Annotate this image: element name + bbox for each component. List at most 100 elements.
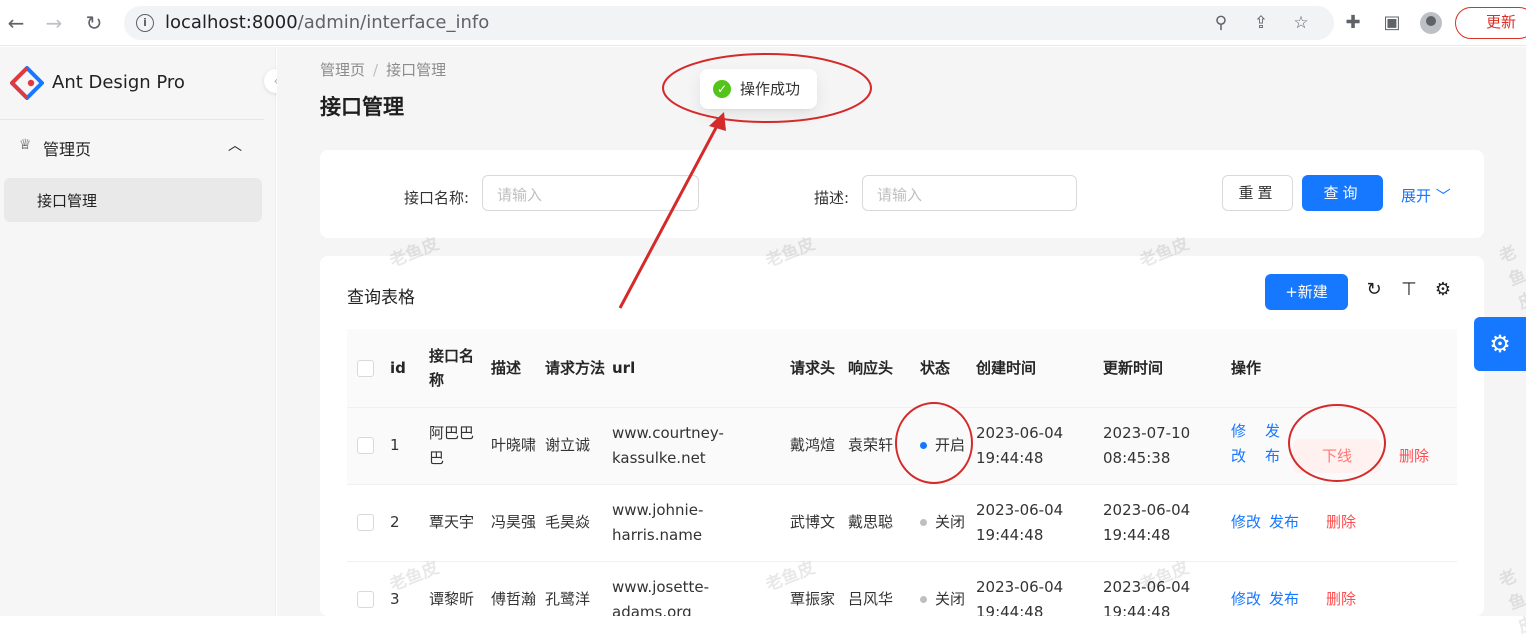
site-info-icon[interactable]: i xyxy=(136,14,154,32)
cell-response-header: 戴思聪 xyxy=(842,484,914,562)
density-icon[interactable]: ⊤ xyxy=(1397,278,1421,302)
zoom-icon[interactable]: ⚲ xyxy=(1210,12,1232,34)
breadcrumb-link[interactable]: 管理页 xyxy=(320,61,365,79)
cell-updated: 2023-06-04 19:44:48 xyxy=(1097,484,1225,562)
edit-link[interactable]: 修改 xyxy=(1231,419,1249,469)
cell-created: 2023-06-04 19:44:48 xyxy=(970,561,1097,616)
search-form: 接口名称: 请输入 描述: 请输入 重置 查询 展开 ﹀ xyxy=(320,150,1484,238)
select-all-checkbox[interactable] xyxy=(357,359,374,377)
cell-name: 阿巴巴巴 xyxy=(423,407,485,485)
status-text: 关闭 xyxy=(935,513,966,531)
edit-link[interactable]: 修改 xyxy=(1231,510,1261,535)
cell-desc: 叶晓啸 xyxy=(485,407,539,485)
browser-toolbar: ← → ↻ i localhost:8000/admin/interface_i… xyxy=(0,0,1526,46)
url-host: localhost:8000 xyxy=(165,12,298,33)
table-title: 查询表格 xyxy=(347,288,415,308)
col-url: url xyxy=(606,329,784,408)
edit-link[interactable]: 修改 xyxy=(1231,587,1261,612)
cell-desc: 冯昊强 xyxy=(485,484,539,562)
col-request-header: 请求头 xyxy=(784,329,842,408)
cell-status: 关闭 xyxy=(914,484,970,562)
sidebar-divider xyxy=(0,119,264,120)
extensions-icon[interactable]: ✚ xyxy=(1341,11,1365,35)
delete-link[interactable]: 删除 xyxy=(1326,590,1356,608)
publish-link[interactable]: 发布 xyxy=(1269,510,1299,535)
cell-response-header: 袁荣轩 xyxy=(842,407,914,485)
col-desc: 描述 xyxy=(485,329,539,408)
breadcrumb: 管理页 / 接口管理 xyxy=(320,59,446,80)
bookmark-star-icon[interactable]: ☆ xyxy=(1290,12,1312,34)
reload-icon[interactable]: ↻ xyxy=(82,11,106,35)
brand-title: Ant Design Pro xyxy=(52,72,185,93)
cell-created: 2023-06-04 19:44:48 xyxy=(970,484,1097,562)
sidebar-item-label: 接口管理 xyxy=(37,192,98,210)
cell-request-header: 戴鸿煊 xyxy=(784,407,842,485)
row-select-cell xyxy=(347,484,384,562)
table-card: 查询表格 +新建 ↻ ⊤ ⚙ id 接口名称 描述 请求方法 url 请求头 响… xyxy=(320,256,1484,616)
name-field-label: 接口名称: xyxy=(404,189,470,207)
interface-table: id 接口名称 描述 请求方法 url 请求头 响应头 状态 创建时间 更新时间… xyxy=(347,329,1457,616)
select-all-cell xyxy=(347,329,384,408)
desc-field-label: 描述: xyxy=(814,189,850,207)
delete-link[interactable]: 删除 xyxy=(1326,513,1356,531)
col-created: 创建时间 xyxy=(970,329,1097,408)
publish-link[interactable]: 发布 xyxy=(1265,419,1283,469)
settings-icon[interactable]: ⚙ xyxy=(1431,278,1455,302)
cell-name: 覃天宇 xyxy=(423,484,485,562)
address-bar[interactable]: i localhost:8000/admin/interface_info ⚲ … xyxy=(124,6,1334,40)
offline-button[interactable]: 下线 xyxy=(1293,438,1381,473)
publish-link[interactable]: 发布 xyxy=(1269,587,1299,612)
menu-group-label: 管理页 xyxy=(43,140,92,159)
row-checkbox[interactable] xyxy=(357,591,374,608)
update-button[interactable]: 更新 xyxy=(1455,7,1526,39)
query-button[interactable]: 查询 xyxy=(1302,175,1383,211)
cell-url: www.josette-adams.org xyxy=(606,561,784,616)
status-dot xyxy=(920,519,927,526)
success-toast: ✓ 操作成功 xyxy=(700,69,817,109)
desc-search-input[interactable]: 请输入 xyxy=(862,175,1077,211)
chevron-up-icon: ︿ xyxy=(228,138,242,154)
check-circle-icon: ✓ xyxy=(713,80,731,98)
cell-request-header: 武博文 xyxy=(784,484,842,562)
setting-drawer-gear-icon[interactable]: ⚙ xyxy=(1474,317,1526,371)
delete-link[interactable]: 删除 xyxy=(1399,447,1429,465)
profile-avatar[interactable] xyxy=(1420,12,1442,34)
status-text: 开启 xyxy=(935,436,966,454)
table-row: 1 阿巴巴巴 叶晓啸 谢立诚 www.courtney-kassulke.net… xyxy=(347,407,1457,485)
col-status: 状态 xyxy=(914,329,970,408)
side-panel-icon[interactable]: ▣ xyxy=(1380,11,1404,35)
cell-method: 谢立诚 xyxy=(539,407,606,485)
name-search-input[interactable]: 请输入 xyxy=(482,175,699,211)
row-checkbox[interactable] xyxy=(357,514,374,531)
col-response-header: 响应头 xyxy=(842,329,914,408)
back-icon[interactable]: ← xyxy=(4,11,28,35)
cell-status: 关闭 xyxy=(914,561,970,616)
cell-id: 2 xyxy=(384,484,423,562)
new-button[interactable]: +新建 xyxy=(1265,274,1348,310)
reload-icon[interactable]: ↻ xyxy=(1362,278,1386,302)
status-dot xyxy=(920,442,927,449)
col-name: 接口名称 xyxy=(423,329,485,408)
table-row: 3 谭黎昕 傅哲瀚 孔鹭洋 www.josette-adams.org 覃振家 … xyxy=(347,561,1457,616)
menu-group-admin[interactable]: ♕ 管理页 ︿ xyxy=(0,127,264,167)
cell-url: www.courtney-kassulke.net xyxy=(606,407,784,485)
url-text[interactable]: localhost:8000/admin/interface_info xyxy=(165,11,489,35)
breadcrumb-current: 接口管理 xyxy=(386,61,447,79)
row-select-cell xyxy=(347,561,384,616)
sidebar-item-interface-manage[interactable]: 接口管理 xyxy=(4,178,262,222)
chevron-down-icon: ﹀ xyxy=(1435,187,1451,205)
table-header-row: id 接口名称 描述 请求方法 url 请求头 响应头 状态 创建时间 更新时间… xyxy=(347,329,1457,408)
row-checkbox[interactable] xyxy=(357,437,374,454)
forward-icon[interactable]: → xyxy=(42,11,66,35)
share-icon[interactable]: ⇪ xyxy=(1250,12,1272,34)
reset-button[interactable]: 重置 xyxy=(1222,175,1293,211)
expand-link[interactable]: 展开 ﹀ xyxy=(1401,185,1451,206)
toast-message: 操作成功 xyxy=(740,80,801,98)
main-content: 管理页 / 接口管理 接口管理 接口名称: 请输入 描述: 请输入 重置 查询 展开… xyxy=(277,47,1526,616)
col-method: 请求方法 xyxy=(539,329,606,408)
cell-response-header: 吕风华 xyxy=(842,561,914,616)
table-row: 2 覃天宇 冯昊强 毛昊焱 www.johnie-harris.name 武博文… xyxy=(347,484,1457,562)
col-id: id xyxy=(384,329,423,408)
status-text: 关闭 xyxy=(935,590,966,608)
cell-status: 开启 xyxy=(914,407,970,485)
